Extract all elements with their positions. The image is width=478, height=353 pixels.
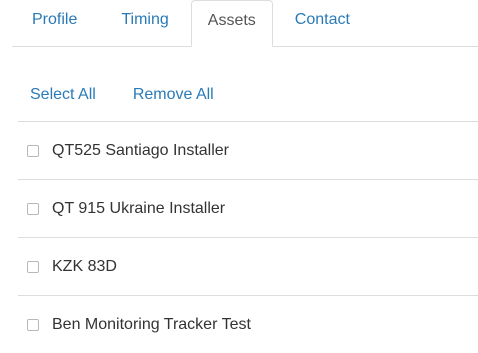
asset-checkbox[interactable] <box>27 318 39 331</box>
asset-label: QT525 Santiago Installer <box>52 141 229 159</box>
tab-timing[interactable]: Timing <box>99 0 190 46</box>
asset-label: KZK 83D <box>52 257 117 275</box>
tab-profile[interactable]: Profile <box>12 0 99 46</box>
asset-checkbox[interactable] <box>27 202 39 215</box>
tab-assets[interactable]: Assets <box>190 0 273 47</box>
tab-contact[interactable]: Contact <box>273 0 372 46</box>
list-item: QT525 Santiago Installer <box>18 121 478 179</box>
bulk-actions: Select All Remove All <box>30 86 214 104</box>
remove-all-link[interactable]: Remove All <box>133 86 214 104</box>
list-item: Ben Monitoring Tracker Test <box>18 295 478 353</box>
asset-label: Ben Monitoring Tracker Test <box>52 315 251 333</box>
list-item: QT 915 Ukraine Installer <box>18 179 478 237</box>
tab-bar: Profile Timing Assets Contact <box>12 0 478 47</box>
select-all-link[interactable]: Select All <box>30 86 96 104</box>
asset-checkbox[interactable] <box>27 260 39 273</box>
asset-list: QT525 Santiago Installer QT 915 Ukraine … <box>18 121 478 353</box>
asset-checkbox[interactable] <box>27 144 39 157</box>
asset-label: QT 915 Ukraine Installer <box>52 199 226 217</box>
list-item: KZK 83D <box>18 237 478 295</box>
